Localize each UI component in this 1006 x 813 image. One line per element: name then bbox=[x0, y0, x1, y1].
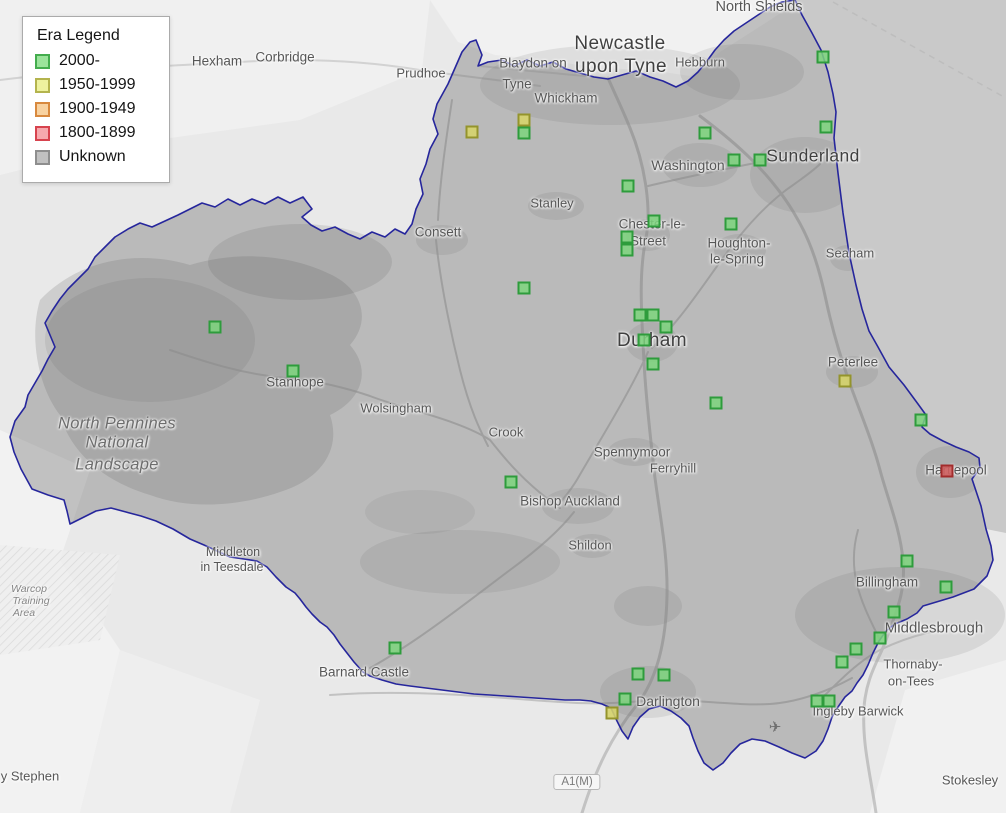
era-legend: Era Legend 2000- 1950-1999 1900-1949 1800-1… bbox=[22, 16, 170, 183]
era-marker-green[interactable] bbox=[647, 309, 660, 322]
legend-item: 1800-1899 bbox=[35, 124, 153, 142]
era-marker-green[interactable] bbox=[619, 693, 632, 706]
era-marker-green[interactable] bbox=[638, 334, 651, 347]
legend-item: 2000- bbox=[35, 52, 153, 70]
legend-swatch-icon bbox=[35, 126, 50, 141]
era-marker-green[interactable] bbox=[389, 642, 402, 655]
era-marker-yellow[interactable] bbox=[839, 375, 852, 388]
era-marker-yellow[interactable] bbox=[466, 126, 479, 139]
era-marker-green[interactable] bbox=[699, 127, 712, 140]
era-marker-green[interactable] bbox=[915, 414, 928, 427]
era-marker-yellow[interactable] bbox=[518, 114, 531, 127]
legend-swatch-icon bbox=[35, 150, 50, 165]
legend-item-label: 1900-1949 bbox=[59, 100, 136, 118]
era-marker-green[interactable] bbox=[850, 643, 863, 656]
legend-item-label: 1800-1899 bbox=[59, 124, 136, 142]
legend-item-label: Unknown bbox=[59, 148, 126, 166]
era-marker-green[interactable] bbox=[836, 656, 849, 669]
legend-item-label: 1950-1999 bbox=[59, 76, 136, 94]
era-marker-green[interactable] bbox=[658, 669, 671, 682]
legend-title: Era Legend bbox=[37, 27, 153, 45]
era-marker-yellow[interactable] bbox=[606, 707, 619, 720]
era-marker-green[interactable] bbox=[874, 632, 887, 645]
legend-item-label: 2000- bbox=[59, 52, 100, 70]
era-marker-green[interactable] bbox=[632, 668, 645, 681]
era-marker-green[interactable] bbox=[817, 51, 830, 64]
era-marker-green[interactable] bbox=[518, 282, 531, 295]
era-legend-items: 2000- 1950-1999 1900-1949 1800-1899 Unknown bbox=[35, 52, 153, 166]
era-marker-green[interactable] bbox=[728, 154, 741, 167]
legend-item: Unknown bbox=[35, 148, 153, 166]
era-marker-green[interactable] bbox=[754, 154, 767, 167]
era-marker-green[interactable] bbox=[209, 321, 222, 334]
era-marker-green[interactable] bbox=[710, 397, 723, 410]
era-marker-green[interactable] bbox=[940, 581, 953, 594]
era-marker-green[interactable] bbox=[634, 309, 647, 322]
era-marker-green[interactable] bbox=[823, 695, 836, 708]
era-marker-green[interactable] bbox=[888, 606, 901, 619]
legend-swatch-icon bbox=[35, 102, 50, 117]
era-marker-green[interactable] bbox=[648, 215, 661, 228]
era-marker-green[interactable] bbox=[725, 218, 738, 231]
era-marker-green[interactable] bbox=[287, 365, 300, 378]
legend-swatch-icon bbox=[35, 78, 50, 93]
era-marker-red[interactable] bbox=[941, 465, 954, 478]
era-marker-green[interactable] bbox=[518, 127, 531, 140]
era-marker-green[interactable] bbox=[621, 231, 634, 244]
legend-item: 1900-1949 bbox=[35, 100, 153, 118]
legend-item: 1950-1999 bbox=[35, 76, 153, 94]
era-marker-green[interactable] bbox=[647, 358, 660, 371]
era-marker-green[interactable] bbox=[622, 180, 635, 193]
map-canvas[interactable]: North ShieldsNewcastleupon TyneHebburnHe… bbox=[0, 0, 1006, 813]
era-marker-green[interactable] bbox=[621, 244, 634, 257]
legend-swatch-icon bbox=[35, 54, 50, 69]
era-marker-green[interactable] bbox=[660, 321, 673, 334]
era-marker-green[interactable] bbox=[505, 476, 518, 489]
era-marker-green[interactable] bbox=[820, 121, 833, 134]
era-marker-green[interactable] bbox=[901, 555, 914, 568]
